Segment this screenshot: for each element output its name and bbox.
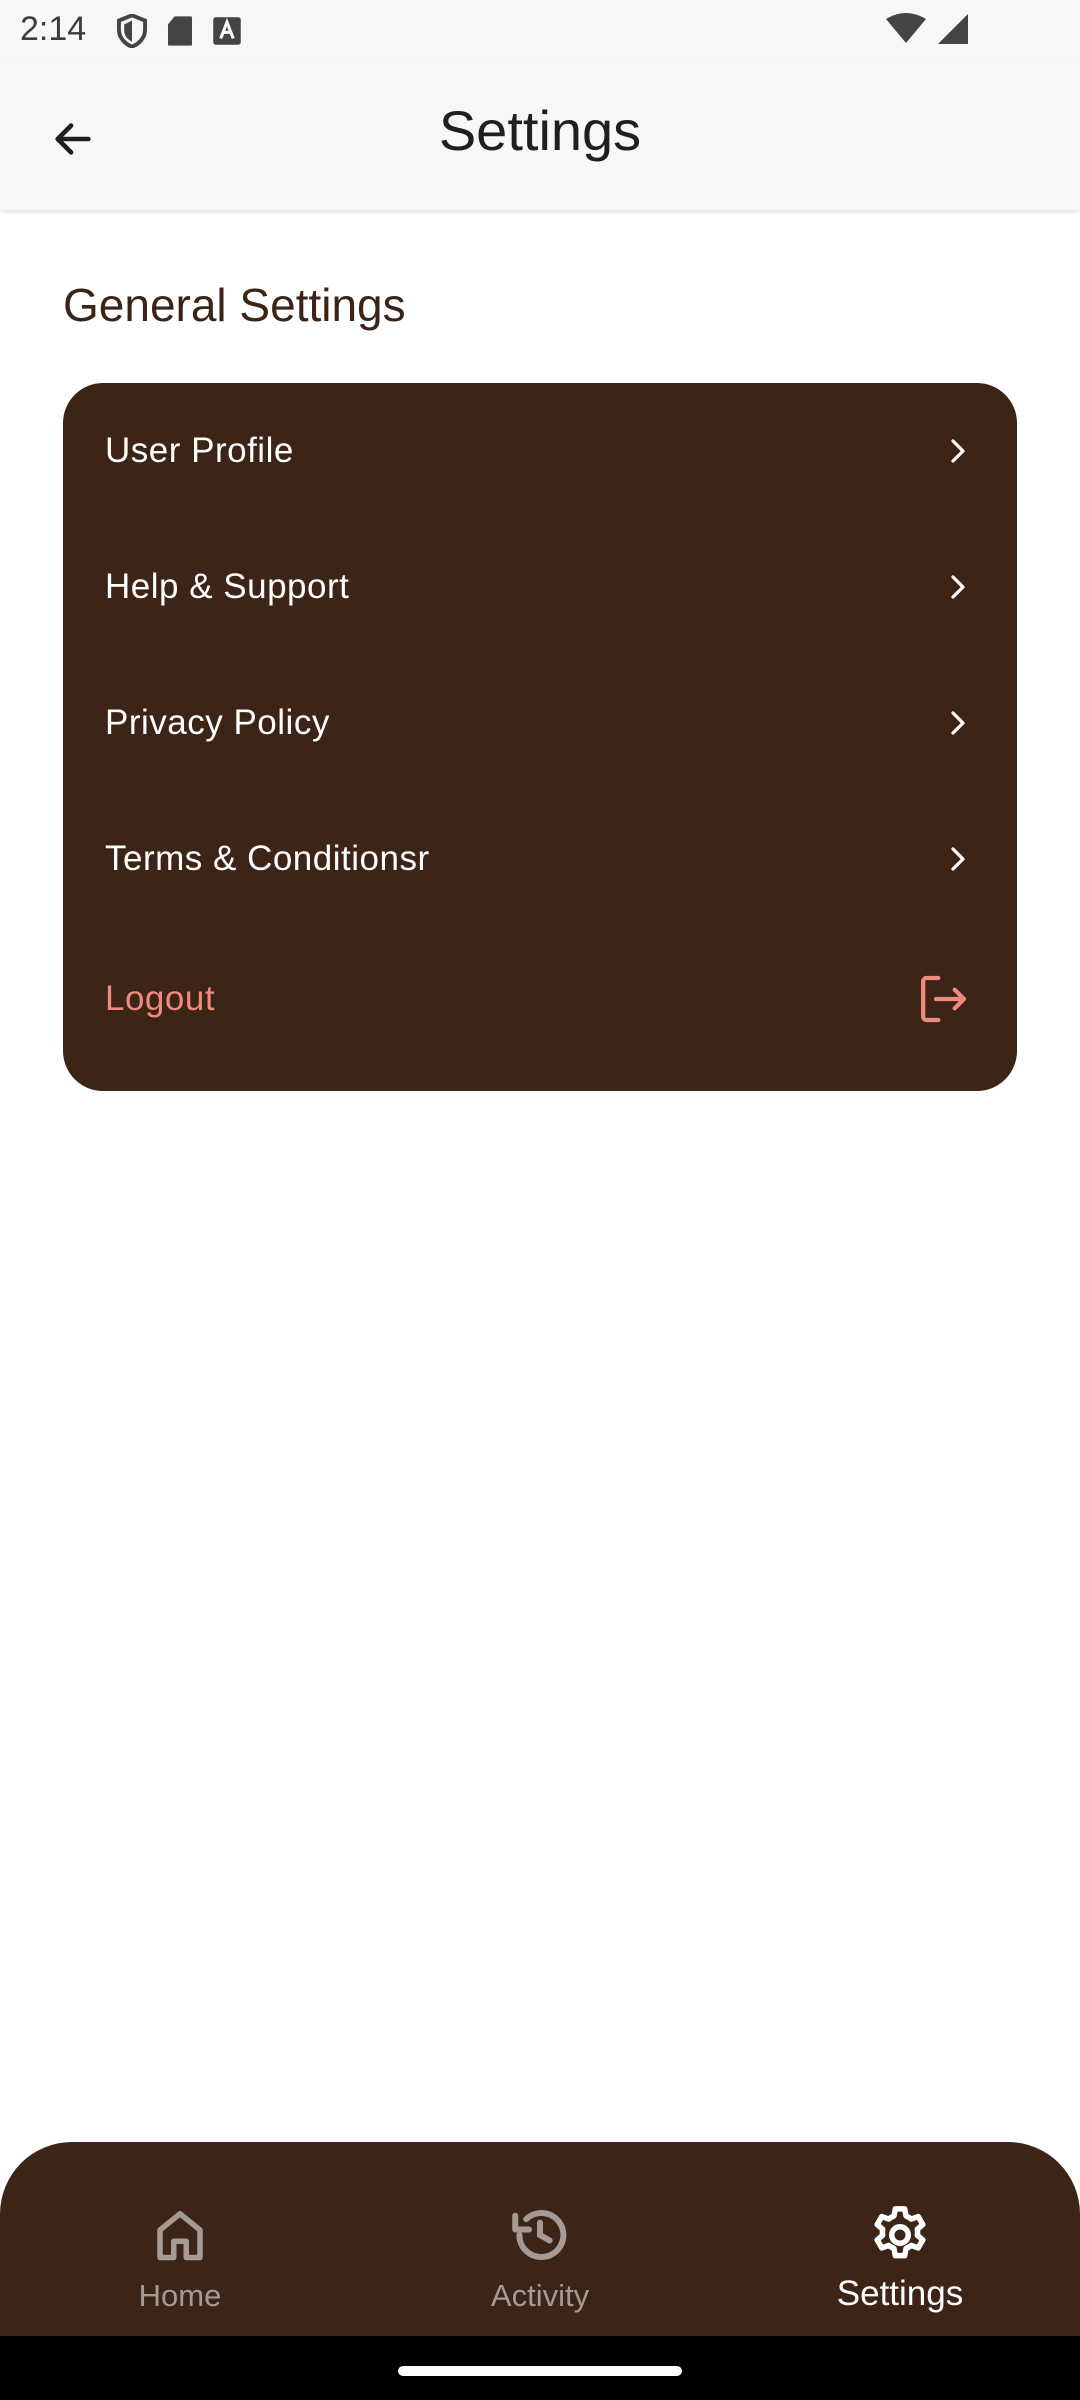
system-gesture-bar [0,2336,1080,2400]
nav-label-home: Home [138,2278,222,2313]
settings-item-terms-conditions[interactable]: Terms & Conditionsr [63,791,1017,927]
settings-item-label: Help & Support [105,567,350,606]
nav-label-activity: Activity [490,2278,590,2313]
home-icon [145,2200,215,2270]
settings-item-label: Privacy Policy [105,703,330,742]
signal-icon [938,14,968,44]
settings-item-user-profile[interactable]: User Profile [63,383,1017,519]
chevron-right-icon [941,842,975,876]
logout-icon [915,971,971,1027]
nav-item-home[interactable]: Home [0,2142,360,2336]
settings-item-label: User Profile [105,431,294,470]
status-system-icons [886,12,970,46]
status-bar: 2:14 [0,0,1080,62]
settings-card: User Profile Help & Support Privacy Poli… [63,383,1017,1091]
nav-item-activity[interactable]: Activity [360,2142,720,2336]
shield-icon [116,14,148,48]
bottom-navigation: Home Activity Settings [0,2142,1080,2336]
chevron-right-icon [941,434,975,468]
home-gesture-handle[interactable] [398,2366,682,2376]
chevron-right-icon [941,570,975,604]
page-title: Settings [438,99,642,162]
sd-card-icon [168,16,192,46]
nav-item-settings[interactable]: Settings [720,2142,1080,2336]
wifi-icon [886,13,926,43]
status-time: 2:14 [20,10,87,48]
logout-button[interactable]: Logout [63,931,1017,1067]
settings-item-help-support[interactable]: Help & Support [63,519,1017,655]
chevron-right-icon [941,706,975,740]
history-icon [505,2200,575,2270]
logout-label: Logout [105,979,216,1018]
status-notification-icons [116,14,242,48]
gear-icon [865,2200,935,2270]
app-bar: Settings [0,62,1080,210]
text-a-icon [213,17,241,45]
nav-label-settings: Settings [836,2274,964,2313]
settings-item-privacy-policy[interactable]: Privacy Policy [63,655,1017,791]
settings-item-label: Terms & Conditionsr [105,839,430,878]
section-title: General Settings [63,279,406,331]
